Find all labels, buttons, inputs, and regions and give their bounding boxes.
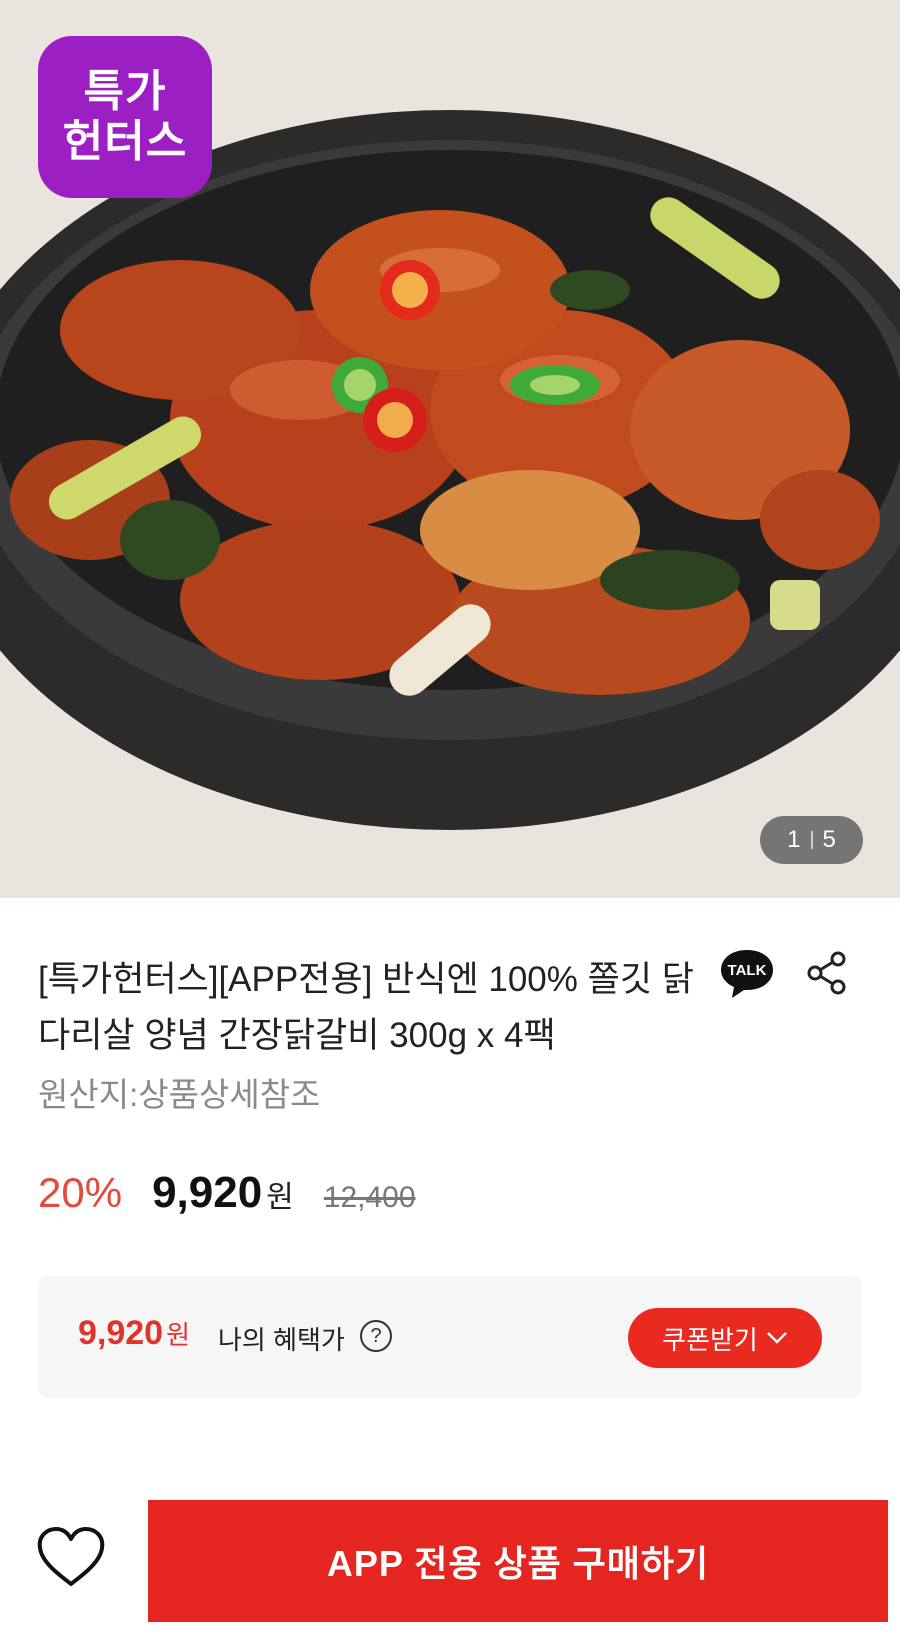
original-price: 12,400	[323, 1181, 416, 1214]
benefit-label: 나의 혜택가	[218, 1325, 345, 1355]
coupon-button[interactable]: 쿠폰받기	[628, 1308, 822, 1368]
share-icon[interactable]	[806, 950, 848, 996]
benefit-price-value: 9,920	[78, 1314, 164, 1352]
badge-line-2: 헌터스	[62, 117, 188, 166]
talk-label: TALK	[728, 962, 767, 979]
talk-icon[interactable]: TALK	[718, 946, 776, 1000]
price-row: 20% 9,920 원 12,400	[38, 1168, 416, 1228]
bottom-action-bar: APP 전용 상품 구매하기	[0, 1490, 900, 1632]
benefit-box: 9,920 원 나의 혜택가 ? 쿠폰받기	[38, 1276, 862, 1398]
help-icon[interactable]: ?	[360, 1320, 392, 1352]
image-counter: 1 5	[760, 816, 863, 864]
heart-icon	[37, 1527, 105, 1586]
discount-rate: 20%	[38, 1169, 123, 1216]
benefit-price-currency: 원	[166, 1320, 191, 1350]
sale-price-currency: 원	[266, 1181, 294, 1214]
coupon-button-label: 쿠폰받기	[662, 1324, 758, 1355]
hunters-badge: 특가 헌터스	[38, 36, 212, 198]
counter-total: 5	[822, 826, 836, 853]
buy-button[interactable]: APP 전용 상품 구매하기	[148, 1500, 888, 1622]
counter-divider	[810, 831, 813, 849]
chevron-down-icon	[766, 1332, 787, 1344]
benefit-price: 9,920 원	[78, 1314, 190, 1353]
wishlist-button[interactable]	[36, 1526, 106, 1590]
counter-current: 1	[787, 826, 801, 853]
origin-info: 원산지:상품상세참조	[38, 1076, 321, 1113]
product-image[interactable]: 특가 헌터스 1 5	[0, 0, 900, 898]
product-title: [특가헌터스][APP전용] 반식엔 100% 쫄깃 닭다리살 양념 간장닭갈비…	[38, 960, 694, 1055]
badge-line-1: 특가	[83, 67, 167, 116]
sale-price: 9,920	[152, 1168, 263, 1217]
